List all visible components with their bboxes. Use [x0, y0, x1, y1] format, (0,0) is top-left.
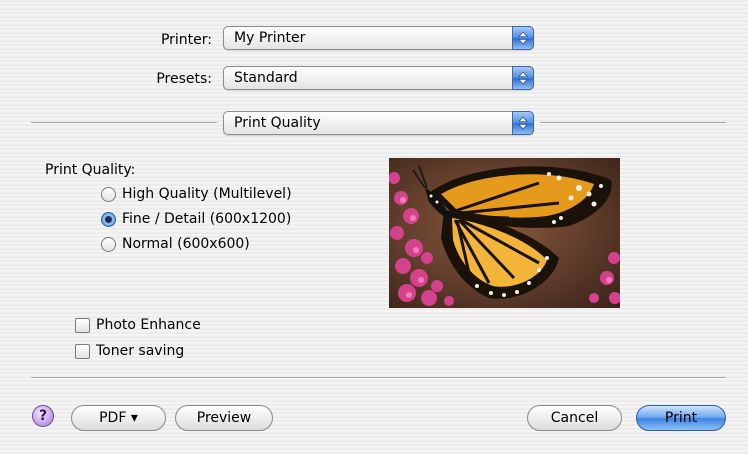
presets-label: Presets: [156, 71, 212, 87]
pdf-button[interactable]: PDF ▾ [71, 405, 166, 431]
toner-saving-checkbox[interactable] [75, 344, 90, 359]
toner-saving-label[interactable]: Toner saving [96, 343, 184, 359]
cancel-button[interactable]: Cancel [527, 405, 622, 431]
printer-label: Printer: [160, 32, 212, 48]
butterfly-photo [389, 158, 620, 308]
preview-button[interactable]: Preview [175, 405, 273, 431]
printer-popup-value: My Printer [234, 30, 306, 46]
updown-arrows-icon [512, 66, 534, 90]
radio-label-fine-detail[interactable]: Fine / Detail (600x1200) [122, 211, 291, 227]
radio-label-high-quality[interactable]: High Quality (Multilevel) [122, 186, 292, 202]
panel-popup-value: Print Quality [234, 115, 321, 131]
print-quality-heading: Print Quality: [45, 162, 136, 178]
radio-high-quality[interactable] [101, 187, 116, 202]
photo-enhance-label[interactable]: Photo Enhance [96, 317, 201, 333]
updown-arrows-icon [512, 26, 534, 50]
photo-enhance-checkbox[interactable] [75, 318, 90, 333]
bottom-separator [31, 377, 726, 379]
printer-popup[interactable]: My Printer [223, 26, 534, 50]
separator-right [540, 122, 726, 124]
separator-left [31, 122, 217, 124]
radio-normal[interactable] [101, 237, 116, 252]
help-button[interactable]: ? [32, 405, 54, 427]
panel-popup[interactable]: Print Quality [223, 111, 534, 135]
presets-popup-value: Standard [234, 70, 298, 86]
radio-fine-detail[interactable] [101, 212, 116, 227]
radio-label-normal[interactable]: Normal (600x600) [122, 236, 250, 252]
updown-arrows-icon [512, 111, 534, 135]
print-button[interactable]: Print [636, 405, 726, 431]
question-icon: ? [38, 408, 48, 424]
presets-popup[interactable]: Standard [223, 66, 534, 90]
